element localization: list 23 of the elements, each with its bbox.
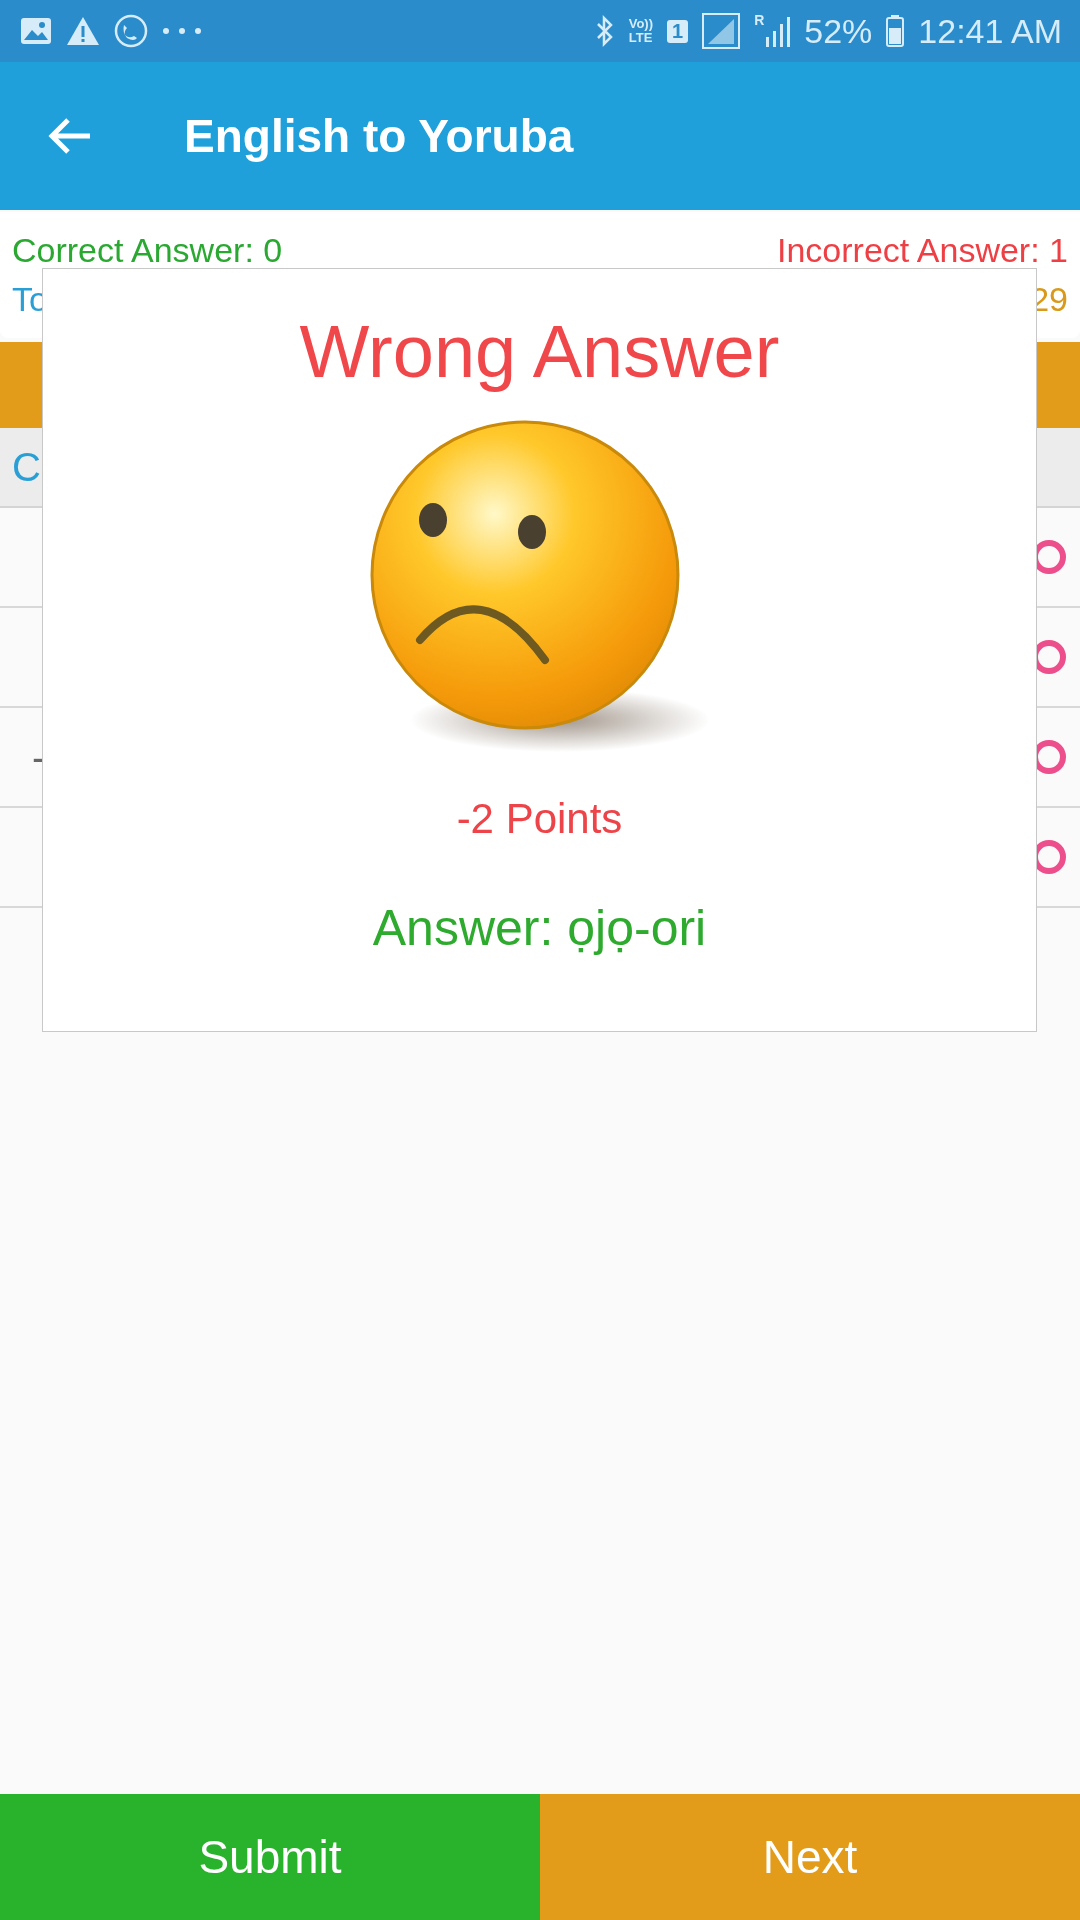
warning-icon [66,16,100,46]
clock: 12:41 AM [918,11,1062,51]
bluetooth-icon [594,15,615,47]
dialog-title: Wrong Answer [299,309,780,394]
submit-button[interactable]: Submit [0,1794,540,1920]
answer-text: Answer: ọjọ-ori [372,899,707,957]
next-button[interactable]: Next [540,1794,1080,1920]
image-icon [20,17,52,45]
signal-icon [764,15,791,47]
instruction-text: C [12,444,41,490]
correct-count: Correct Answer: 0 [12,231,283,270]
battery-icon [886,15,905,47]
battery-percent: 52% [804,11,873,51]
signal-icon [702,13,741,49]
phone-icon [114,14,148,48]
roaming-label: R [754,12,765,28]
sim-badge: 1 [667,19,689,43]
incorrect-count: Incorrect Answer: 1 [777,231,1068,270]
back-icon[interactable] [48,116,92,156]
volte-label: Vo)) LTE [628,17,654,45]
points-text: -2 Points [456,795,623,843]
more-icon [162,27,202,35]
app-title: English to Yoruba [184,109,574,163]
